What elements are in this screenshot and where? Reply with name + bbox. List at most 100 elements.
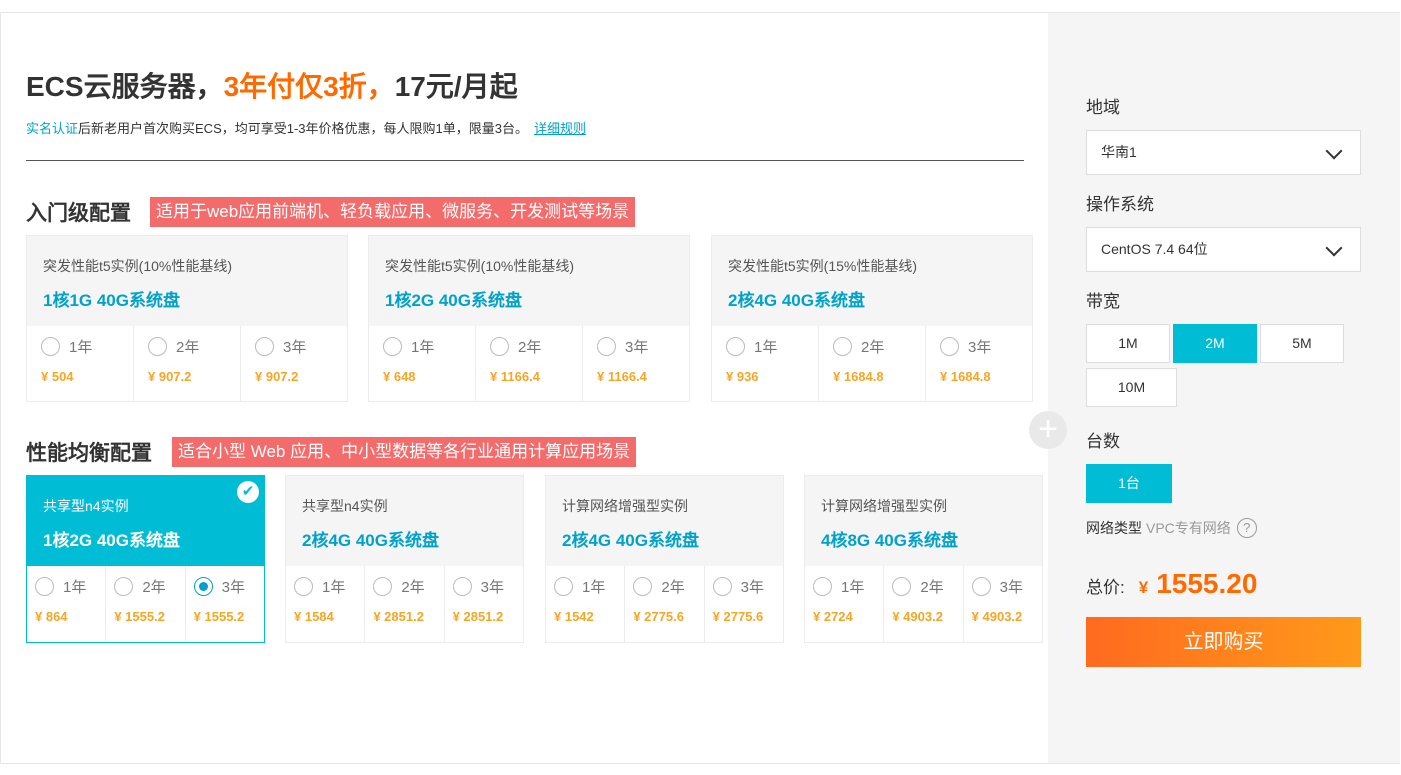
- period-option-2y[interactable]: 2年 ¥ 1684.8: [819, 326, 926, 401]
- period-option-2y[interactable]: 2年 ¥ 1166.4: [476, 326, 583, 401]
- period-price: ¥ 1684.8: [940, 369, 991, 384]
- period-option-1y[interactable]: 1年 ¥ 864: [27, 566, 107, 642]
- radio-icon[interactable]: [597, 337, 616, 356]
- period-options: 1年 ¥ 864 2年 ¥ 1555.2 3年 ¥ 1555.2: [27, 566, 264, 642]
- period-price: ¥ 2851.2: [373, 609, 424, 624]
- period-option-2y[interactable]: 2年 ¥ 4903.2: [884, 566, 964, 642]
- period-option-3y[interactable]: 3年 ¥ 1555.2: [186, 566, 264, 642]
- bandwidth-option-2m[interactable]: 2M: [1173, 324, 1257, 363]
- period-label: 1年: [754, 339, 778, 356]
- total-label: 总价:: [1086, 578, 1125, 597]
- radio-icon[interactable]: [940, 337, 959, 356]
- period-option-3y[interactable]: 3年 ¥ 2775.6: [705, 566, 783, 642]
- radio-icon[interactable]: [373, 577, 393, 596]
- radio-icon[interactable]: [383, 337, 402, 356]
- period-price: ¥ 648: [383, 369, 416, 384]
- period-option-3y[interactable]: 3年 ¥ 2851.2: [445, 566, 523, 642]
- real-name-auth-link[interactable]: 实名认证: [26, 121, 78, 136]
- balanced-card-4[interactable]: 计算网络增强型实例 4核8G 40G系统盘 1年 ¥ 2724 2年 ¥ 490…: [804, 475, 1043, 643]
- entry-card-1[interactable]: 突发性能t5实例(10%性能基线) 1核1G 40G系统盘 1年 ¥ 504 2…: [26, 235, 348, 402]
- period-option-1y[interactable]: 1年 ¥ 1584: [286, 566, 366, 642]
- period-label: 2年: [661, 579, 685, 596]
- period-option-1y[interactable]: 1年 ¥ 648: [369, 326, 476, 401]
- period-label: 3年: [480, 579, 504, 596]
- period-price: ¥ 864: [35, 609, 68, 624]
- radio-icon[interactable]: [554, 577, 573, 596]
- radio-icon[interactable]: [971, 577, 991, 596]
- period-label: 1年: [841, 579, 865, 596]
- divider: [26, 160, 1024, 161]
- period-options: 1年 ¥ 1542 2年 ¥ 2775.6 3年 ¥ 2775.6: [546, 566, 783, 642]
- bandwidth-option-10m[interactable]: 10M: [1086, 368, 1177, 407]
- question-circle-icon[interactable]: ?: [1236, 518, 1257, 538]
- period-option-3y[interactable]: 3年 ¥ 1684.8: [926, 326, 1032, 401]
- period-options: 1年 ¥ 1584 2年 ¥ 2851.2 3年 ¥ 2851.2: [286, 566, 523, 642]
- radio-icon[interactable]: [294, 577, 313, 596]
- radio-icon[interactable]: [633, 577, 653, 596]
- period-option-3y[interactable]: 3年 ¥ 4903.2: [964, 566, 1042, 642]
- period-label: 1年: [63, 579, 87, 596]
- hero-title: ECS云服务器，3年付仅3折，17元/月起: [26, 65, 518, 105]
- balanced-card-3[interactable]: 计算网络增强型实例 2核4G 40G系统盘 1年 ¥ 1542 2年 ¥ 277…: [545, 475, 784, 643]
- radio-icon[interactable]: [114, 577, 134, 596]
- radio-icon[interactable]: [35, 577, 54, 596]
- period-price: ¥ 2851.2: [452, 609, 504, 624]
- radio-icon[interactable]: [452, 577, 472, 596]
- os-label: 操作系统: [1086, 195, 1154, 214]
- radio-icon[interactable]: [148, 337, 167, 356]
- period-option-2y[interactable]: 2年 ¥ 2775.6: [625, 566, 705, 642]
- period-option-1y[interactable]: 1年 ¥ 2724: [805, 566, 885, 642]
- period-label: 2年: [518, 339, 542, 356]
- period-price: ¥ 1166.4: [597, 369, 647, 384]
- radio-icon[interactable]: [833, 337, 852, 356]
- period-option-1y[interactable]: 1年 ¥ 504: [27, 326, 134, 401]
- count-option[interactable]: 1台: [1086, 464, 1172, 503]
- card-head: 突发性能t5实例(15%性能基线) 2核4G 40G系统盘: [712, 236, 1032, 326]
- period-option-3y[interactable]: 3年 ¥ 1166.4: [583, 326, 689, 401]
- hero-title-prefix: ECS云服务器，: [26, 71, 224, 102]
- rules-link[interactable]: 详细规则: [534, 121, 586, 136]
- period-option-2y[interactable]: 2年 ¥ 2851.2: [365, 566, 445, 642]
- radio-icon[interactable]: [726, 337, 745, 356]
- period-price: ¥ 936: [726, 369, 759, 384]
- balanced-card-2[interactable]: 共享型n4实例 2核4G 40G系统盘 1年 ¥ 1584 2年 ¥ 2851.…: [285, 475, 524, 643]
- network-value: VPC专有网络: [1146, 520, 1231, 536]
- region-select[interactable]: 华南1: [1086, 130, 1361, 175]
- bandwidth-option-1m[interactable]: 1M: [1086, 324, 1170, 363]
- radio-icon[interactable]: [892, 577, 912, 596]
- period-price: ¥ 1542: [554, 609, 594, 624]
- instance-spec: 1核2G 40G系统盘: [43, 531, 180, 550]
- hero-subtitle: 实名认证后新老用户首次购买ECS，均可享受1-3年价格优惠，每人限购1单，限量3…: [26, 118, 586, 137]
- period-option-2y[interactable]: 2年 ¥ 907.2: [134, 326, 241, 401]
- instance-spec: 1核2G 40G系统盘: [385, 291, 522, 310]
- radio-icon[interactable]: [813, 577, 832, 596]
- period-options: 1年 ¥ 504 2年 ¥ 907.2 3年 ¥ 907.2: [27, 326, 347, 401]
- radio-icon[interactable]: [490, 337, 509, 356]
- buy-now-button[interactable]: 立即购买: [1086, 617, 1361, 667]
- period-label: 1年: [69, 339, 93, 356]
- radio-icon[interactable]: [193, 577, 213, 596]
- period-price: ¥ 1584: [294, 609, 334, 624]
- period-option-1y[interactable]: 1年 ¥ 1542: [546, 566, 626, 642]
- entry-card-2[interactable]: 突发性能t5实例(10%性能基线) 1核2G 40G系统盘 1年 ¥ 648 2…: [368, 235, 690, 402]
- os-select[interactable]: CentOS 7.4 64位: [1086, 227, 1361, 272]
- card-head: 计算网络增强型实例 4核8G 40G系统盘: [805, 476, 1042, 566]
- period-price: ¥ 1684.8: [833, 369, 884, 384]
- period-option-1y[interactable]: 1年 ¥ 936: [712, 326, 819, 401]
- network-label: 网络类型: [1086, 520, 1142, 536]
- instance-type: 计算网络增强型实例: [562, 498, 688, 514]
- plus-icon[interactable]: +: [1029, 411, 1067, 449]
- period-price: ¥ 1555.2: [114, 609, 165, 624]
- radio-icon[interactable]: [712, 577, 732, 596]
- period-option-3y[interactable]: 3年 ¥ 907.2: [241, 326, 347, 401]
- entry-card-3[interactable]: 突发性能t5实例(15%性能基线) 2核4G 40G系统盘 1年 ¥ 936 2…: [711, 235, 1033, 402]
- period-option-2y[interactable]: 2年 ¥ 1555.2: [106, 566, 186, 642]
- balanced-card-1[interactable]: 共享型n4实例 1核2G 40G系统盘 ✔ 1年 ¥ 864 2年 ¥ 1555…: [26, 475, 265, 643]
- bandwidth-option-5m[interactable]: 5M: [1260, 324, 1344, 363]
- period-price: ¥ 4903.2: [892, 609, 943, 624]
- period-options: 1年 ¥ 2724 2年 ¥ 4903.2 3年 ¥ 4903.2: [805, 566, 1042, 642]
- radio-icon[interactable]: [255, 337, 274, 356]
- radio-icon[interactable]: [41, 337, 60, 356]
- hero-title-highlight: 3年付仅3折，: [223, 71, 395, 102]
- period-label: 3年: [221, 579, 245, 596]
